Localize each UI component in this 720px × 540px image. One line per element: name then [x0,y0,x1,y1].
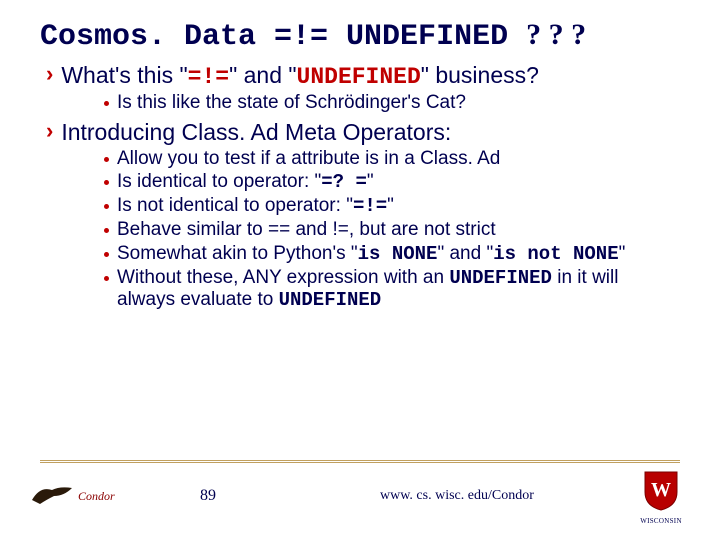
bullet-item: › What's this "=!=" and "UNDEFINED" busi… [46,62,680,90]
sub-bullet-text: Is this like the state of Schrödinger's … [117,92,466,115]
svg-text:W: W [651,479,671,501]
dot-icon [104,252,109,257]
bullet-item: › Introducing Class. Ad Meta Operators: [46,119,680,145]
footer-url: www. cs. wisc. edu/Condor [380,488,632,504]
dot-icon [104,157,109,162]
bird-icon [30,482,74,510]
page-number: 89 [200,487,320,505]
wisconsin-text: WISCONSIN [632,517,690,525]
sub-bullet-item: Behave similar to == and !=, but are not… [104,219,680,242]
sub-bullet-item: Is not identical to operator: "=!=" [104,195,680,218]
condor-logo-text: Condor [78,489,115,504]
dot-icon [104,228,109,233]
sub-bullet-text: Allow you to test if a attribute is in a… [117,148,500,171]
sub-bullet-item: Somewhat akin to Python's "is NONE" and … [104,243,680,266]
dot-icon [104,204,109,209]
sub-bullet-text: Somewhat akin to Python's "is NONE" and … [117,243,625,266]
dot-icon [104,276,109,281]
sub-bullet-item: Is this like the state of Schrödinger's … [104,92,680,115]
sub-bullet-item: Without these, ANY expression with an UN… [104,267,680,313]
dot-icon [104,101,109,106]
sub-bullet-item: Is identical to operator: "=? =" [104,171,680,194]
sub-bullet-text: Behave similar to == and !=, but are not… [117,219,496,242]
chevron-icon: › [46,62,53,86]
sub-bullet-item: Allow you to test if a attribute is in a… [104,148,680,171]
sub-bullet-text: Is not identical to operator: "=!=" [117,195,394,218]
sub-bullet-text: Is identical to operator: "=? =" [117,171,374,194]
bullet-text: What's this "=!=" and "UNDEFINED" busine… [61,62,539,90]
chevron-icon: › [46,119,53,143]
bullet-text: Introducing Class. Ad Meta Operators: [61,119,451,145]
title-qmarks: ? ? ? [526,18,586,51]
slide-footer: Condor 89 www. cs. wisc. edu/Condor W WI… [0,466,720,526]
dot-icon [104,180,109,185]
wisconsin-logo: W WISCONSIN [632,468,690,525]
slide-title: Cosmos. Data =!= UNDEFINED ? ? ? [40,18,680,54]
title-code: Cosmos. Data =!= UNDEFINED [40,20,508,54]
condor-logo: Condor [30,482,170,510]
sub-bullet-text: Without these, ANY expression with an UN… [117,267,680,313]
shield-icon: W [641,468,681,512]
